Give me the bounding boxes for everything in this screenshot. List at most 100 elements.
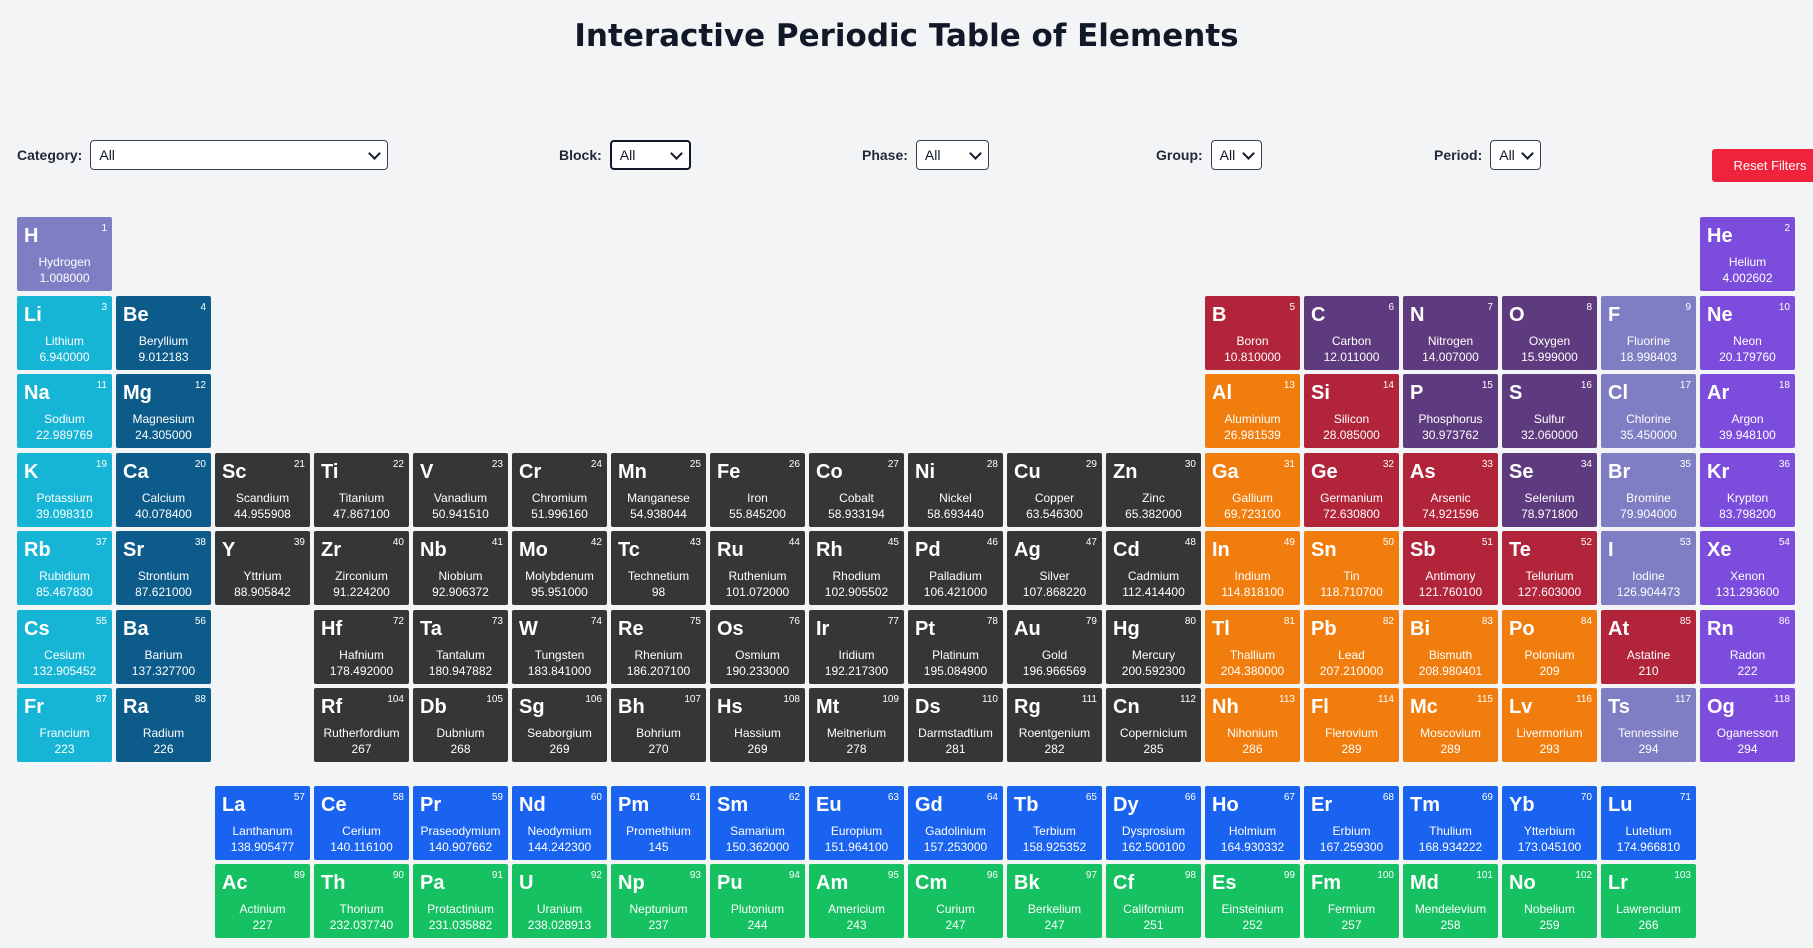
element-tile-al[interactable]: Al 13 Aluminium 26.981539 — [1205, 374, 1300, 448]
element-tile-pm[interactable]: Pm 61 Promethium 145 — [611, 786, 706, 860]
element-tile-ba[interactable]: Ba 56 Barium 137.327700 — [116, 609, 211, 684]
element-tile-tm[interactable]: Tm 69 Thulium 168.934222 — [1403, 786, 1498, 860]
element-tile-kr[interactable]: Kr 36 Krypton 83.798200 — [1700, 452, 1795, 527]
element-tile-te[interactable]: Te 52 Tellurium 127.603000 — [1502, 531, 1597, 605]
element-tile-br[interactable]: Br 35 Bromine 79.904000 — [1601, 452, 1696, 527]
element-tile-db[interactable]: Db 105 Dubnium 268 — [413, 688, 508, 762]
element-tile-tb[interactable]: Tb 65 Terbium 158.925352 — [1007, 786, 1102, 860]
element-tile-at[interactable]: At 85 Astatine 210 — [1601, 609, 1696, 684]
element-tile-i[interactable]: I 53 Iodine 126.904473 — [1601, 531, 1696, 605]
element-tile-zn[interactable]: Zn 30 Zinc 65.382000 — [1106, 452, 1201, 527]
element-tile-ho[interactable]: Ho 67 Holmium 164.930332 — [1205, 786, 1300, 860]
element-tile-ac[interactable]: Ac 89 Actinium 227 — [215, 864, 310, 938]
element-tile-cu[interactable]: Cu 29 Copper 63.546300 — [1007, 452, 1102, 527]
element-tile-lr[interactable]: Lr 103 Lawrencium 266 — [1601, 864, 1696, 938]
element-tile-rn[interactable]: Rn 86 Radon 222 — [1700, 609, 1795, 684]
element-tile-re[interactable]: Re 75 Rhenium 186.207100 — [611, 609, 706, 684]
element-tile-ir[interactable]: Ir 77 Iridium 192.217300 — [809, 609, 904, 684]
element-tile-pr[interactable]: Pr 59 Praseodymium 140.907662 — [413, 786, 508, 860]
element-tile-c[interactable]: C 6 Carbon 12.011000 — [1304, 295, 1399, 370]
element-tile-sn[interactable]: Sn 50 Tin 118.710700 — [1304, 531, 1399, 605]
element-tile-si[interactable]: Si 14 Silicon 28.085000 — [1304, 374, 1399, 448]
element-tile-nd[interactable]: Nd 60 Neodymium 144.242300 — [512, 786, 607, 860]
element-tile-ts[interactable]: Ts 117 Tennessine 294 — [1601, 688, 1696, 762]
element-tile-ne[interactable]: Ne 10 Neon 20.179760 — [1700, 295, 1795, 370]
element-tile-rg[interactable]: Rg 111 Roentgenium 282 — [1007, 688, 1102, 762]
element-tile-bi[interactable]: Bi 83 Bismuth 208.980401 — [1403, 609, 1498, 684]
element-tile-as[interactable]: As 33 Arsenic 74.921596 — [1403, 452, 1498, 527]
element-tile-md[interactable]: Md 101 Mendelevium 258 — [1403, 864, 1498, 938]
element-tile-cs[interactable]: Cs 55 Cesium 132.905452 — [17, 609, 112, 684]
element-tile-eu[interactable]: Eu 63 Europium 151.964100 — [809, 786, 904, 860]
element-tile-xe[interactable]: Xe 54 Xenon 131.293600 — [1700, 531, 1795, 605]
element-tile-np[interactable]: Np 93 Neptunium 237 — [611, 864, 706, 938]
element-tile-ra[interactable]: Ra 88 Radium 226 — [116, 688, 211, 762]
element-tile-bh[interactable]: Bh 107 Bohrium 270 — [611, 688, 706, 762]
element-tile-og[interactable]: Og 118 Oganesson 294 — [1700, 688, 1795, 762]
element-tile-mc[interactable]: Mc 115 Moscovium 289 — [1403, 688, 1498, 762]
element-tile-sb[interactable]: Sb 51 Antimony 121.760100 — [1403, 531, 1498, 605]
element-tile-be[interactable]: Be 4 Beryllium 9.012183 — [116, 295, 211, 370]
element-tile-pa[interactable]: Pa 91 Protactinium 231.035882 — [413, 864, 508, 938]
element-tile-yb[interactable]: Yb 70 Ytterbium 173.045100 — [1502, 786, 1597, 860]
element-tile-sr[interactable]: Sr 38 Strontium 87.621000 — [116, 531, 211, 605]
element-tile-rh[interactable]: Rh 45 Rhodium 102.905502 — [809, 531, 904, 605]
element-tile-mg[interactable]: Mg 12 Magnesium 24.305000 — [116, 374, 211, 448]
element-tile-k[interactable]: K 19 Potassium 39.098310 — [17, 452, 112, 527]
element-tile-b[interactable]: B 5 Boron 10.810000 — [1205, 295, 1300, 370]
element-tile-mn[interactable]: Mn 25 Manganese 54.938044 — [611, 452, 706, 527]
element-tile-sm[interactable]: Sm 62 Samarium 150.362000 — [710, 786, 805, 860]
element-tile-ti[interactable]: Ti 22 Titanium 47.867100 — [314, 452, 409, 527]
element-tile-hf[interactable]: Hf 72 Hafnium 178.492000 — [314, 609, 409, 684]
element-tile-pt[interactable]: Pt 78 Platinum 195.084900 — [908, 609, 1003, 684]
element-tile-he[interactable]: He 2 Helium 4.002602 — [1700, 217, 1795, 291]
element-tile-cn[interactable]: Cn 112 Copernicium 285 — [1106, 688, 1201, 762]
element-tile-sg[interactable]: Sg 106 Seaborgium 269 — [512, 688, 607, 762]
element-tile-ta[interactable]: Ta 73 Tantalum 180.947882 — [413, 609, 508, 684]
element-tile-fm[interactable]: Fm 100 Fermium 257 — [1304, 864, 1399, 938]
element-tile-tc[interactable]: Tc 43 Technetium 98 — [611, 531, 706, 605]
element-tile-rb[interactable]: Rb 37 Rubidium 85.467830 — [17, 531, 112, 605]
element-tile-am[interactable]: Am 95 Americium 243 — [809, 864, 904, 938]
element-tile-hs[interactable]: Hs 108 Hassium 269 — [710, 688, 805, 762]
element-tile-tl[interactable]: Tl 81 Thallium 204.380000 — [1205, 609, 1300, 684]
element-tile-ge[interactable]: Ge 32 Germanium 72.630800 — [1304, 452, 1399, 527]
element-tile-lu[interactable]: Lu 71 Lutetium 174.966810 — [1601, 786, 1696, 860]
element-tile-pb[interactable]: Pb 82 Lead 207.210000 — [1304, 609, 1399, 684]
element-tile-y[interactable]: Y 39 Yttrium 88.905842 — [215, 531, 310, 605]
element-tile-pd[interactable]: Pd 46 Palladium 106.421000 — [908, 531, 1003, 605]
element-tile-rf[interactable]: Rf 104 Rutherfordium 267 — [314, 688, 409, 762]
element-tile-ds[interactable]: Ds 110 Darmstadtium 281 — [908, 688, 1003, 762]
element-tile-cm[interactable]: Cm 96 Curium 247 — [908, 864, 1003, 938]
element-tile-cf[interactable]: Cf 98 Californium 251 — [1106, 864, 1201, 938]
element-tile-ga[interactable]: Ga 31 Gallium 69.723100 — [1205, 452, 1300, 527]
element-tile-w[interactable]: W 74 Tungsten 183.841000 — [512, 609, 607, 684]
element-tile-ca[interactable]: Ca 20 Calcium 40.078400 — [116, 452, 211, 527]
element-tile-mo[interactable]: Mo 42 Molybdenum 95.951000 — [512, 531, 607, 605]
element-tile-cr[interactable]: Cr 24 Chromium 51.996160 — [512, 452, 607, 527]
element-tile-n[interactable]: N 7 Nitrogen 14.007000 — [1403, 295, 1498, 370]
element-tile-hg[interactable]: Hg 80 Mercury 200.592300 — [1106, 609, 1201, 684]
element-tile-sc[interactable]: Sc 21 Scandium 44.955908 — [215, 452, 310, 527]
element-tile-o[interactable]: O 8 Oxygen 15.999000 — [1502, 295, 1597, 370]
element-tile-ar[interactable]: Ar 18 Argon 39.948100 — [1700, 374, 1795, 448]
element-tile-er[interactable]: Er 68 Erbium 167.259300 — [1304, 786, 1399, 860]
element-tile-na[interactable]: Na 11 Sodium 22.989769 — [17, 374, 112, 448]
element-tile-co[interactable]: Co 27 Cobalt 58.933194 — [809, 452, 904, 527]
element-tile-no[interactable]: No 102 Nobelium 259 — [1502, 864, 1597, 938]
element-tile-h[interactable]: H 1 Hydrogen 1.008000 — [17, 217, 112, 291]
element-tile-gd[interactable]: Gd 64 Gadolinium 157.253000 — [908, 786, 1003, 860]
element-tile-v[interactable]: V 23 Vanadium 50.941510 — [413, 452, 508, 527]
element-tile-ru[interactable]: Ru 44 Ruthenium 101.072000 — [710, 531, 805, 605]
element-tile-pu[interactable]: Pu 94 Plutonium 244 — [710, 864, 805, 938]
element-tile-la[interactable]: La 57 Lanthanum 138.905477 — [215, 786, 310, 860]
element-tile-ce[interactable]: Ce 58 Cerium 140.116100 — [314, 786, 409, 860]
element-tile-fl[interactable]: Fl 114 Flerovium 289 — [1304, 688, 1399, 762]
element-tile-dy[interactable]: Dy 66 Dysprosium 162.500100 — [1106, 786, 1201, 860]
element-tile-zr[interactable]: Zr 40 Zirconium 91.224200 — [314, 531, 409, 605]
element-tile-es[interactable]: Es 99 Einsteinium 252 — [1205, 864, 1300, 938]
element-tile-s[interactable]: S 16 Sulfur 32.060000 — [1502, 374, 1597, 448]
element-tile-li[interactable]: Li 3 Lithium 6.940000 — [17, 295, 112, 370]
element-tile-ni[interactable]: Ni 28 Nickel 58.693440 — [908, 452, 1003, 527]
element-tile-f[interactable]: F 9 Fluorine 18.998403 — [1601, 295, 1696, 370]
